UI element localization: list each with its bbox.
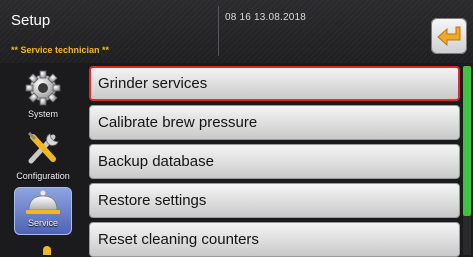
menu-item-restore-settings[interactable]: Restore settings — [89, 183, 460, 218]
page-title: Setup — [11, 12, 51, 29]
sidebar-item-configuration[interactable]: Configuration — [14, 129, 72, 185]
tools-icon — [27, 131, 59, 164]
menu-item-label: Grinder services — [98, 75, 208, 92]
menu-item-backup-database[interactable]: Backup database — [89, 144, 460, 179]
back-button[interactable] — [431, 18, 467, 54]
header-divider — [218, 6, 219, 56]
back-arrow-icon — [437, 26, 461, 47]
menu-item-label: Reset cleaning counters — [98, 231, 259, 248]
menu-item-grinder-services[interactable]: Grinder services — [89, 66, 460, 101]
menu-item-calibrate-brew-pressure[interactable]: Calibrate brew pressure — [89, 105, 460, 140]
datetime-display: 08 16 13.08.2018 — [225, 12, 307, 23]
sidebar-item-label: Service — [27, 218, 58, 228]
menu-item-label: Backup database — [98, 153, 214, 170]
sidebar-item-service[interactable]: Service — [14, 187, 72, 235]
menu-item-reset-cleaning-counters[interactable]: Reset cleaning counters — [89, 222, 460, 257]
menu-item-label: Restore settings — [98, 192, 207, 209]
top-bar: Setup 08 16 13.08.2018 ** Service techni… — [0, 0, 473, 63]
gear-icon — [25, 70, 61, 106]
service-menu: Grinder services Calibrate brew pressure… — [89, 63, 460, 257]
user-role-label: ** Service technician ** — [11, 45, 110, 55]
sidebar-item-label: System — [27, 109, 58, 119]
service-bell-icon — [26, 190, 60, 214]
sidebar-item-system[interactable]: System — [14, 69, 72, 125]
sidebar-item-label: Configuration — [16, 171, 70, 181]
sidebar: System Configuration Service — [0, 63, 88, 255]
scrollbar[interactable] — [463, 66, 471, 255]
scrollbar-thumb[interactable] — [463, 66, 471, 216]
partial-icon — [43, 246, 51, 255]
menu-item-label: Calibrate brew pressure — [98, 114, 258, 131]
